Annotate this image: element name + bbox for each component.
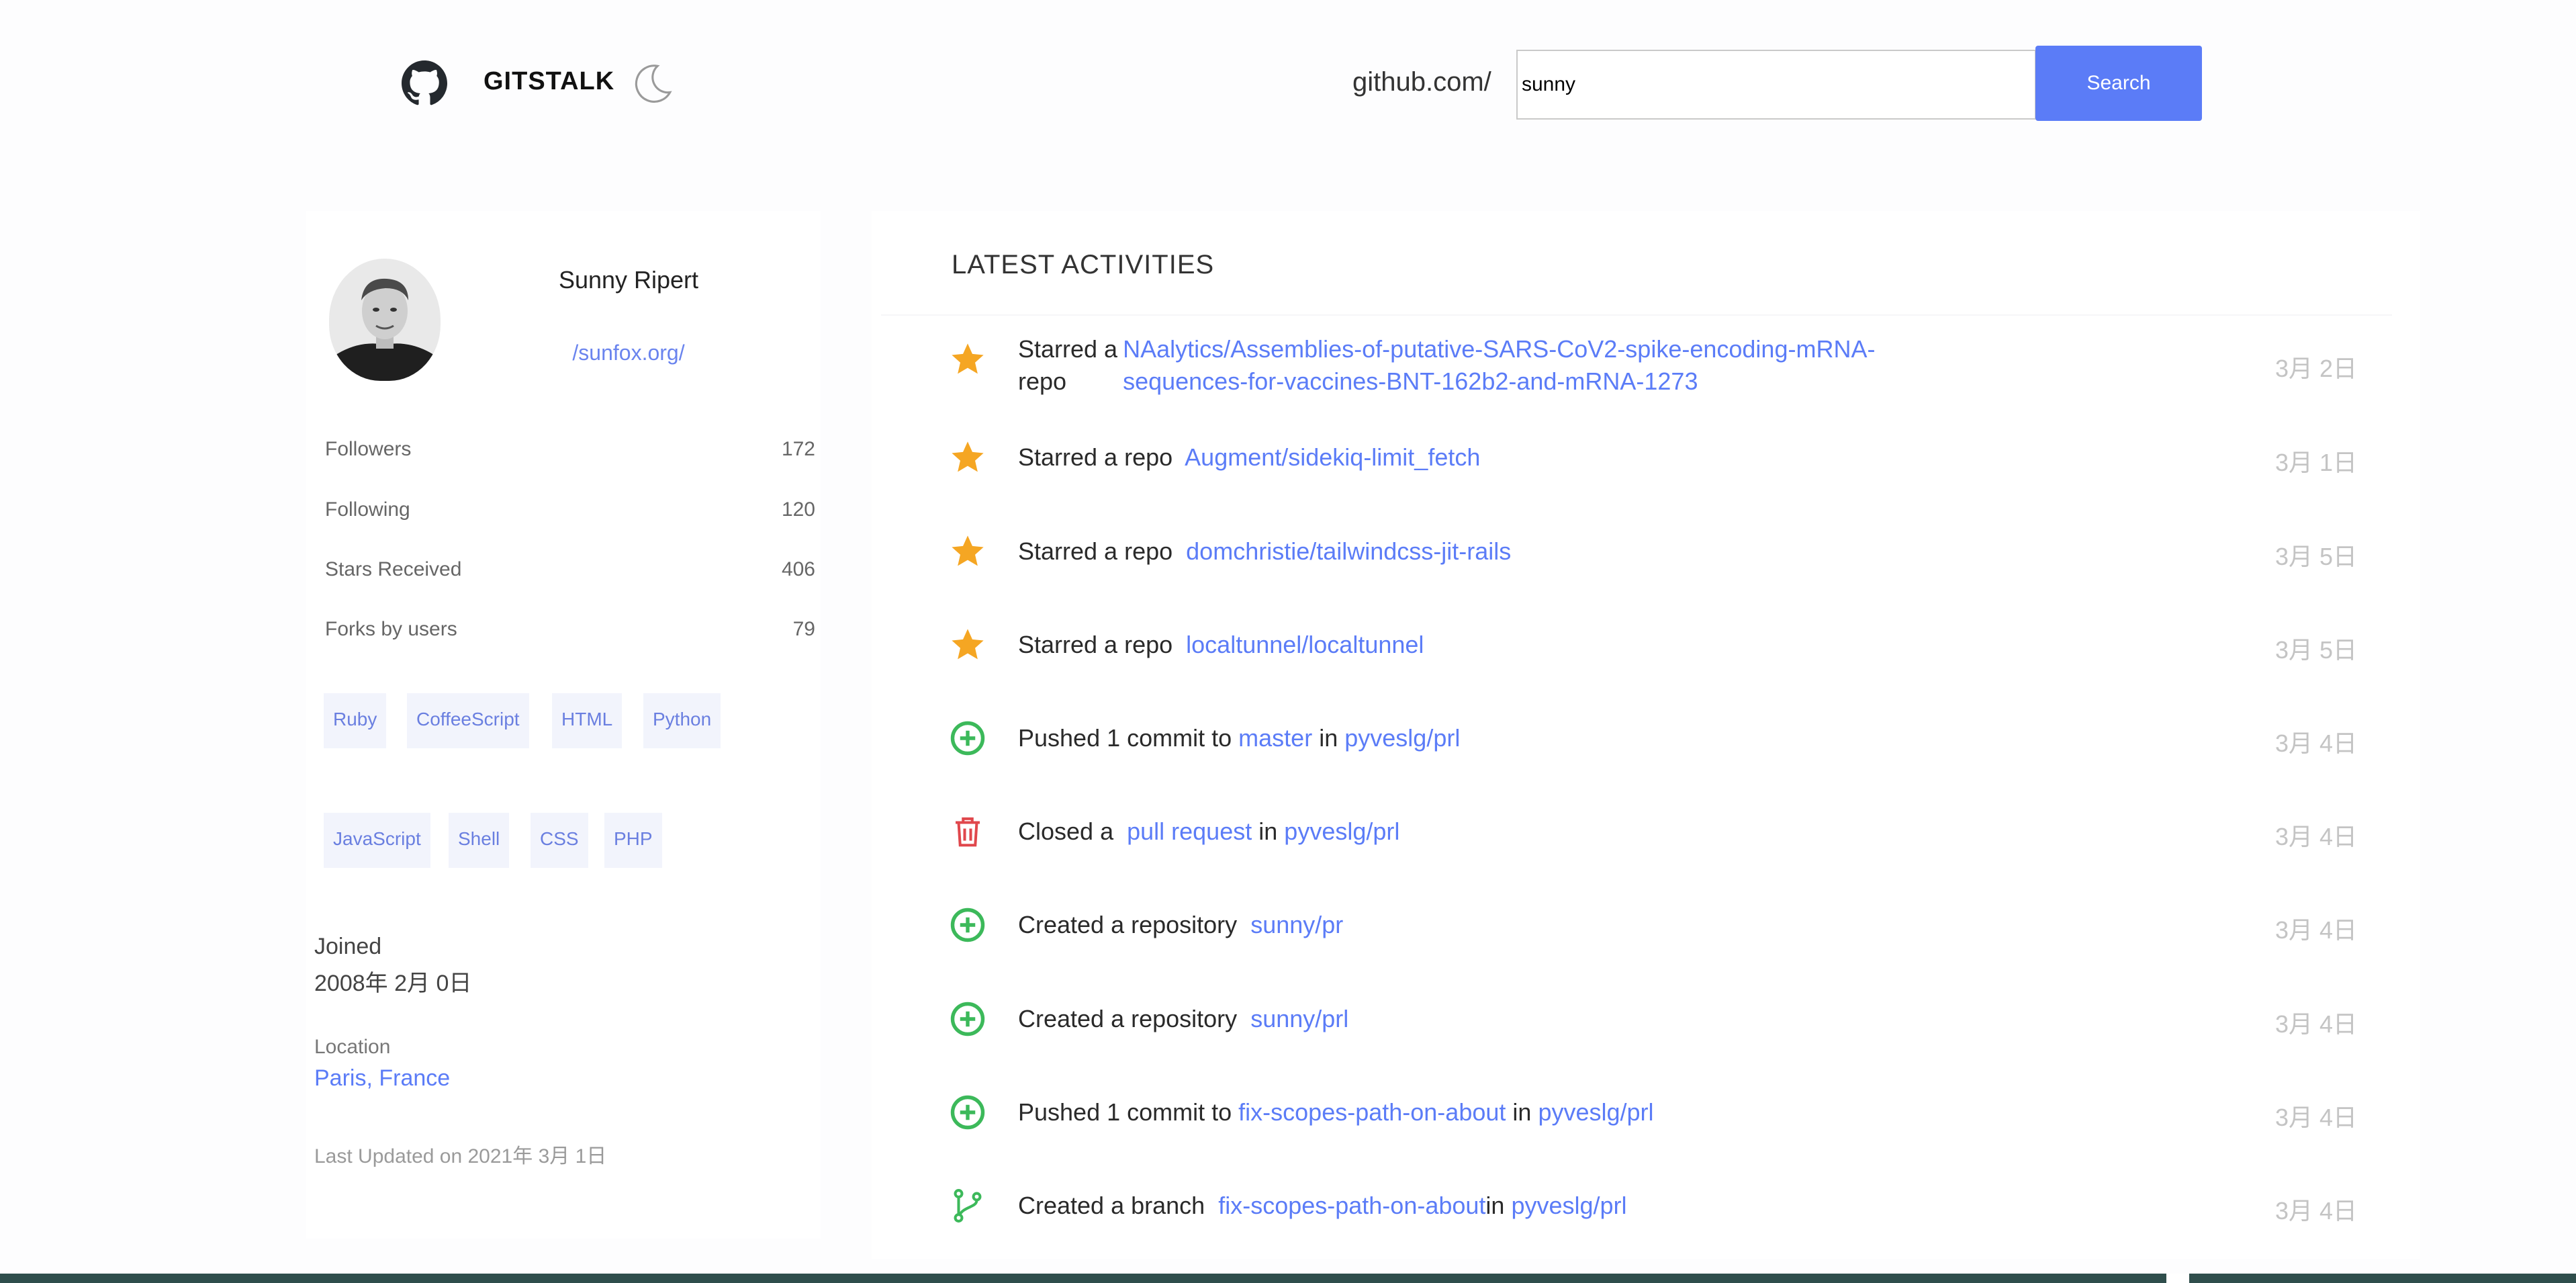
location-link[interactable]: Paris, France: [314, 1065, 450, 1092]
brand-name[interactable]: GITSTALK: [484, 67, 614, 96]
profile-url-link[interactable]: /sunfox.org/: [508, 341, 749, 365]
plus-circle-icon: [950, 1002, 985, 1036]
activity-preposition: in: [1512, 1098, 1532, 1126]
activity-item: Created a repository sunny/pr 3月 4日: [940, 893, 2364, 961]
activity-date: 3月 4日: [2274, 1104, 2357, 1131]
star-icon: [952, 535, 984, 566]
activity-date: 3月 4日: [2274, 1010, 2357, 1038]
language-tag-coffeescript[interactable]: CoffeeScript: [407, 693, 529, 748]
activity-date: 3月 2日: [2274, 355, 2357, 382]
stat-label: Stars Received: [325, 558, 462, 580]
activity-date: 3月 5日: [2274, 636, 2357, 664]
repo-link[interactable]: Augment/sidekiq-limit_fetch: [1185, 443, 1480, 471]
star-icon: [952, 343, 984, 374]
last-updated-text: Last Updated on 2021年 3月 1日: [314, 1145, 607, 1167]
stat-value: 120: [781, 498, 815, 521]
stat-label: Forks by users: [325, 618, 457, 640]
stat-value: 406: [781, 558, 815, 580]
activity-date: 3月 5日: [2274, 543, 2357, 570]
activity-preposition: in: [1258, 817, 1278, 845]
trash-icon: [956, 817, 980, 847]
activity-action: Starred a repo: [1018, 443, 1173, 471]
activity-action: Pushed 1 commit to: [1018, 724, 1232, 752]
activity-preposition: in: [1485, 1192, 1505, 1219]
stat-following: Following 120: [325, 498, 815, 532]
repo-link[interactable]: sunny/prl: [1250, 1005, 1348, 1032]
username-search-input[interactable]: [1516, 50, 2036, 120]
location-label: Location: [314, 1036, 391, 1058]
language-tag-php[interactable]: PHP: [604, 813, 662, 868]
repo-link[interactable]: pyveslg/prl: [1511, 1192, 1626, 1219]
activity-action: Starred a: [1018, 335, 1118, 363]
activity-date: 3月 4日: [2274, 1197, 2357, 1225]
activity-date: 3月 4日: [2274, 729, 2357, 757]
activity-action: repo: [1018, 367, 1067, 395]
joined-date: 2008年 2月 0日: [314, 971, 472, 996]
stat-stars-received: Stars Received 406: [325, 558, 815, 592]
activity-preposition: in: [1319, 724, 1338, 752]
joined-label: Joined: [314, 934, 382, 959]
dark-mode-moon-icon[interactable]: [631, 60, 676, 105]
search-button[interactable]: Search: [2035, 46, 2202, 121]
activity-date: 3月 4日: [2274, 916, 2357, 944]
url-prefix: github.com/: [1352, 67, 1491, 97]
activity-action: Closed a: [1018, 817, 1114, 845]
repo-link[interactable]: pyveslg/prl: [1344, 724, 1460, 752]
profile-name: Sunny Ripert: [558, 266, 699, 294]
activity-action: Pushed 1 commit to: [1018, 1098, 1232, 1126]
activity-action: Starred a repo: [1018, 537, 1173, 565]
branch-link[interactable]: fix-scopes-path-on-about: [1238, 1098, 1506, 1126]
branch-link[interactable]: fix-scopes-path-on-about: [1218, 1192, 1485, 1219]
branch-icon: [954, 1189, 982, 1223]
activity-action: Starred a repo: [1018, 631, 1173, 658]
plus-circle-icon: [950, 721, 985, 756]
plus-circle-icon: [950, 1095, 985, 1130]
stat-value: 172: [781, 438, 815, 460]
star-icon: [952, 441, 984, 472]
language-tag-javascript[interactable]: JavaScript: [324, 813, 430, 868]
activity-item: Starred a NAalytics/Assemblies-of-putati…: [940, 333, 2364, 400]
activity-item: Closed a pull request in pyveslg/prl 3月 …: [940, 800, 2364, 867]
activity-item: Created a repository sunny/prl 3月 4日: [940, 987, 2364, 1055]
repo-link[interactable]: domchristie/tailwindcss-jit-rails: [1186, 537, 1511, 565]
activities-title: LATEST ACTIVITIES: [952, 250, 1215, 279]
bottom-strip: [0, 1274, 2576, 1283]
activity-item: Created a branch fix-scopes-path-on-abou…: [940, 1174, 2364, 1241]
repo-link[interactable]: pyveslg/prl: [1538, 1098, 1653, 1126]
activity-action: Created a repository: [1018, 911, 1238, 938]
plus-circle-icon: [950, 908, 985, 942]
language-tag-ruby[interactable]: Ruby: [324, 693, 387, 748]
language-tag-css[interactable]: CSS: [531, 813, 588, 868]
activity-action: Created a branch: [1018, 1192, 1205, 1219]
activity-item: Pushed 1 commit to fix-scopes-path-on-ab…: [940, 1081, 2364, 1148]
repo-link[interactable]: sunny/pr: [1250, 911, 1343, 938]
activity-action: Created a repository: [1018, 1005, 1238, 1032]
repo-link[interactable]: localtunnel/localtunnel: [1186, 631, 1424, 658]
branch-link[interactable]: master: [1238, 724, 1312, 752]
activity-item: Starred a repo domchristie/tailwindcss-j…: [940, 520, 2364, 587]
stat-label: Following: [325, 498, 410, 521]
stat-followers: Followers 172: [325, 438, 815, 472]
activity-date: 3月 4日: [2274, 823, 2357, 850]
activity-item: Starred a repo localtunnel/localtunnel 3…: [940, 613, 2364, 680]
repo-link[interactable]: NAalytics/Assemblies-of-putative-SARS-Co…: [1123, 333, 1875, 365]
stat-forks: Forks by users 79: [325, 618, 815, 652]
star-icon: [952, 629, 984, 660]
language-tag-html[interactable]: HTML: [552, 693, 623, 748]
avatar: [329, 259, 441, 381]
divider: [881, 314, 2392, 316]
activity-item: Pushed 1 commit to master in pyveslg/prl…: [940, 707, 2364, 774]
stat-value: 79: [792, 618, 815, 640]
activity-item: Starred a repo Augment/sidekiq-limit_fet…: [940, 426, 2364, 493]
pull-request-link[interactable]: pull request: [1127, 817, 1252, 845]
repo-link[interactable]: pyveslg/prl: [1284, 817, 1399, 845]
github-logo-icon[interactable]: [402, 60, 447, 106]
language-tag-shell[interactable]: Shell: [449, 813, 510, 868]
repo-link[interactable]: sequences-for-vaccines-BNT-162b2-and-mRN…: [1123, 365, 1875, 398]
stat-label: Followers: [325, 438, 412, 460]
activity-date: 3月 1日: [2274, 449, 2357, 476]
language-tag-python[interactable]: Python: [643, 693, 721, 748]
